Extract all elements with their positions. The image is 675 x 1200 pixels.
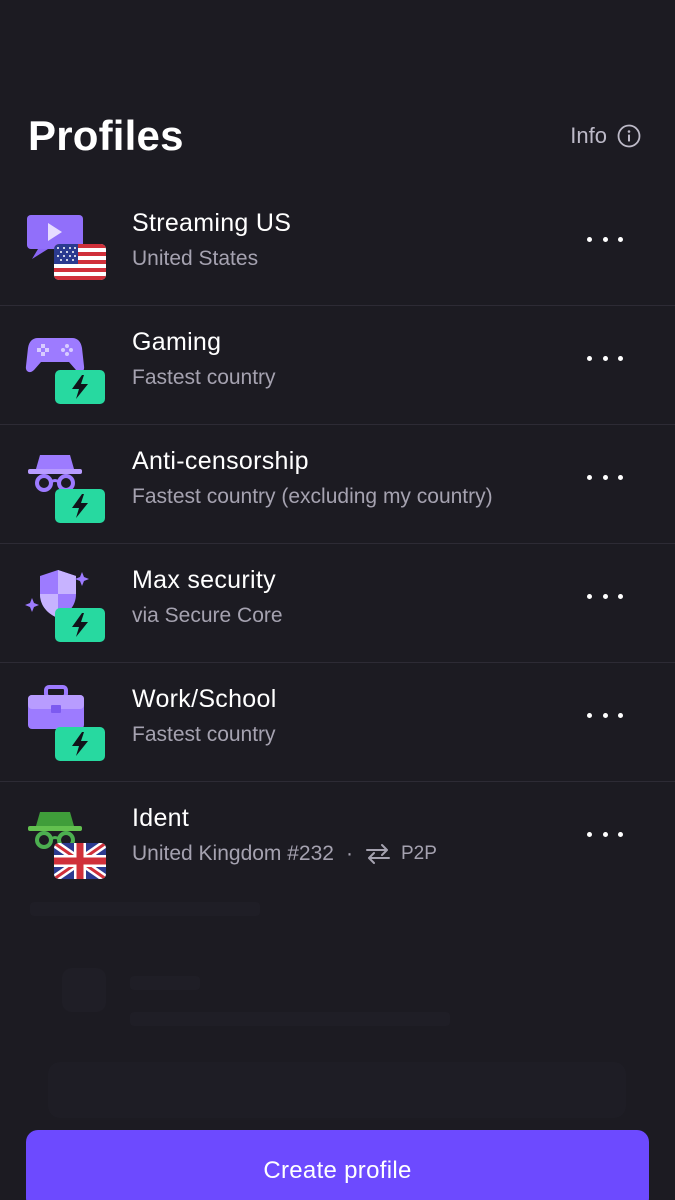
more-options-button[interactable]: [587, 348, 623, 368]
uk-flag-icon: [54, 843, 106, 879]
profile-icon-group: [24, 207, 108, 285]
info-icon: [617, 124, 641, 148]
more-dot: [587, 712, 592, 718]
more-dot: [618, 474, 623, 480]
profile-name: Work/School: [132, 685, 277, 713]
p2p-icon: [365, 843, 391, 865]
profile-text: Work/School Fastest country: [132, 683, 575, 751]
more-dot: [602, 593, 608, 599]
profile-icon-group: [24, 683, 108, 761]
profile-name: Ident: [132, 804, 190, 832]
background-ghost: [48, 1062, 626, 1118]
more-dot: [587, 593, 592, 599]
profile-row-work-school[interactable]: Work/School Fastest country: [0, 663, 675, 782]
profile-subtitle: Fastest country: [132, 719, 575, 751]
profile-name: Gaming: [132, 328, 222, 356]
more-dot: [602, 474, 608, 480]
more-dot: [587, 355, 592, 361]
lightning-icon: [55, 727, 105, 761]
profile-name: Anti-censorship: [132, 447, 309, 475]
profile-text: Anti-censorship Fastest country (excludi…: [132, 445, 575, 513]
more-dot: [587, 474, 592, 480]
background-ghost: [130, 1012, 450, 1026]
more-options-button[interactable]: [587, 705, 623, 725]
profile-row-ident[interactable]: Ident United Kingdom #232 · P2P: [0, 782, 675, 900]
more-dot: [602, 355, 608, 361]
more-dot: [587, 831, 592, 837]
profile-subtitle: Fastest country (excluding my country): [132, 481, 575, 513]
more-dot: [618, 355, 623, 361]
profile-icon-group: [24, 445, 108, 523]
profile-subtitle-text: United Kingdom #232: [132, 842, 334, 865]
profile-row-max-security[interactable]: Max security via Secure Core: [0, 544, 675, 663]
profile-row-anti-censorship[interactable]: Anti-censorship Fastest country (excludi…: [0, 425, 675, 544]
profile-text: Ident United Kingdom #232 · P2P: [132, 802, 575, 870]
lightning-icon: [55, 370, 105, 404]
lightning-icon: [55, 608, 105, 642]
us-flag-icon: [54, 244, 106, 280]
page-title: Profiles: [28, 112, 184, 159]
info-button[interactable]: Info: [570, 123, 641, 149]
more-options-button[interactable]: [587, 467, 623, 487]
profile-icon-group: [24, 564, 108, 642]
profile-subtitle-text: Fastest country: [132, 723, 276, 746]
more-dot: [587, 236, 592, 242]
more-dot: [618, 236, 623, 242]
profile-text: Max security via Secure Core: [132, 564, 575, 632]
profile-subtitle-text: Fastest country: [132, 366, 276, 389]
more-options-button[interactable]: [587, 824, 623, 844]
profile-row-gaming[interactable]: Gaming Fastest country: [0, 306, 675, 425]
more-dot: [618, 712, 623, 718]
profile-icon-group: [24, 802, 108, 880]
more-dot: [618, 593, 623, 599]
separator-dot: ·: [345, 842, 353, 865]
more-options-button[interactable]: [587, 229, 623, 249]
background-ghost: [30, 902, 260, 916]
profile-icon-group: [24, 326, 108, 404]
more-dot: [602, 712, 608, 718]
info-label: Info: [570, 123, 607, 148]
profile-text: Streaming US United States: [132, 207, 575, 275]
profile-subtitle: Fastest country: [132, 362, 575, 394]
background-ghost: [130, 976, 200, 990]
p2p-feature-label: P2P: [400, 843, 437, 864]
profiles-screen: Profiles Info Streaming US United States…: [0, 0, 675, 1200]
profile-list: Streaming US United States Gaming Fastes…: [0, 187, 675, 900]
more-dot: [602, 831, 608, 837]
background-ghost: [62, 968, 106, 1012]
profile-subtitle: United States: [132, 243, 575, 275]
profile-subtitle-text: United States: [132, 247, 259, 270]
profile-subtitle-text: Fastest country (excluding my country): [132, 485, 493, 508]
profile-subtitle: United Kingdom #232 · P2P: [132, 838, 575, 870]
create-profile-button[interactable]: Create profile: [26, 1130, 649, 1200]
profile-name: Max security: [132, 566, 276, 594]
profile-row-streaming-us[interactable]: Streaming US United States: [0, 187, 675, 306]
profile-subtitle-text: via Secure Core: [132, 604, 283, 627]
more-dot: [618, 831, 623, 837]
profile-name: Streaming US: [132, 209, 292, 237]
more-dot: [602, 236, 608, 242]
more-options-button[interactable]: [587, 586, 623, 606]
header: Profiles Info: [28, 106, 641, 166]
profile-subtitle: via Secure Core: [132, 600, 575, 632]
profile-text: Gaming Fastest country: [132, 326, 575, 394]
lightning-icon: [55, 489, 105, 523]
